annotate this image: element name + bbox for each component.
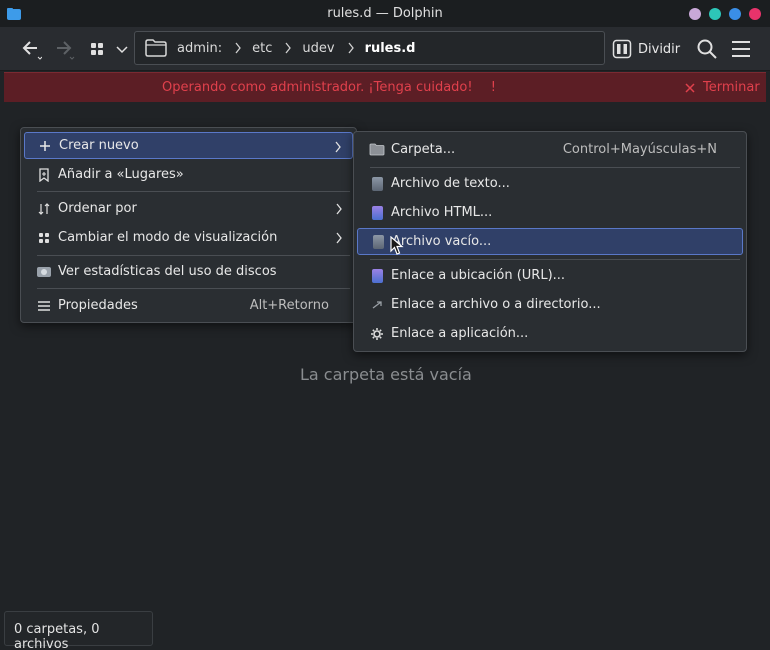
- chevron-right-icon: [336, 203, 342, 215]
- submenu-item-application-link[interactable]: Enlace a aplicación...: [357, 320, 743, 347]
- text-file-icon: [369, 176, 385, 192]
- title-bar[interactable]: rules.d — Dolphin: [0, 0, 770, 27]
- admin-warning-banner: Operando como administrador. ¡Tenga cuid…: [4, 72, 766, 102]
- search-button[interactable]: [694, 35, 720, 63]
- toolbar: admin: etc udev rules.d Dividir: [0, 27, 770, 71]
- folder-icon: [145, 39, 167, 57]
- submenu-item-url-link[interactable]: Enlace a ubicación (URL)...: [357, 262, 743, 289]
- submenu-item-empty-file[interactable]: Archivo vacío...: [357, 228, 743, 255]
- terminate-button[interactable]: Terminar: [684, 80, 760, 95]
- warning-icon: !: [490, 80, 496, 95]
- create-new-submenu: Carpeta... Control+Mayúsculas+N Archivo …: [353, 131, 747, 352]
- file-link-icon: [369, 297, 385, 313]
- forward-button[interactable]: [50, 35, 78, 63]
- menu-item-add-to-places[interactable]: Añadir a «Lugares»: [24, 161, 353, 188]
- menu-item-change-view-mode[interactable]: Cambiar el modo de visualización: [24, 224, 353, 251]
- menu-item-properties[interactable]: Propiedades Alt+Retorno: [24, 292, 353, 319]
- chevron-down-icon: [116, 46, 128, 54]
- grid-icon: [36, 230, 52, 246]
- folder-shortcut: Control+Mayúsculas+N: [562, 142, 717, 157]
- gear-icon: [369, 326, 385, 342]
- menu-separator: [37, 288, 350, 289]
- view-mode-dropdown[interactable]: [113, 35, 131, 63]
- maximize-button[interactable]: [709, 8, 721, 20]
- menu-separator: [37, 191, 350, 192]
- sort-icon: [36, 201, 52, 217]
- chevron-right-icon: [335, 141, 341, 153]
- chevron-right-icon: [348, 42, 354, 54]
- search-icon: [697, 39, 717, 59]
- terminate-label: Terminar: [703, 80, 760, 95]
- empty-file-icon: [370, 234, 386, 250]
- status-bar: 0 carpetas, 0 archivos: [4, 611, 153, 650]
- submenu-item-file-link[interactable]: Enlace a archivo o a directorio...: [357, 291, 743, 318]
- menu-separator: [370, 167, 740, 168]
- plus-icon: [37, 138, 53, 154]
- folder-icon: [369, 142, 385, 158]
- properties-shortcut: Alt+Retorno: [249, 298, 329, 313]
- chevron-right-icon: [235, 42, 241, 54]
- submenu-item-html-file[interactable]: Archivo HTML...: [357, 199, 743, 226]
- menu-separator: [37, 255, 350, 256]
- mouse-cursor-icon: [390, 236, 404, 255]
- hamburger-icon: [732, 41, 750, 57]
- close-button[interactable]: [749, 8, 761, 20]
- submenu-item-text-file[interactable]: Archivo de texto...: [357, 170, 743, 197]
- admin-warning-message: Operando como administrador. ¡Tenga cuid…: [162, 80, 496, 95]
- close-icon: [685, 82, 695, 93]
- view-mode-button[interactable]: [86, 35, 108, 63]
- split-view-icon: [612, 39, 632, 59]
- menu-item-sort-by[interactable]: Ordenar por: [24, 195, 353, 222]
- menu-item-create-new[interactable]: Crear nuevo: [24, 132, 353, 159]
- main-menu-button[interactable]: [728, 35, 754, 63]
- breadcrumb-udev[interactable]: udev: [302, 41, 334, 56]
- split-view-label: Dividir: [638, 41, 681, 57]
- split-view-button[interactable]: Dividir: [612, 35, 680, 63]
- status-text: 0 carpetas, 0 archivos: [14, 622, 100, 650]
- keep-above-button[interactable]: [729, 8, 741, 20]
- list-icon: [36, 298, 52, 314]
- url-link-icon: [369, 268, 385, 284]
- minimize-button[interactable]: [689, 8, 701, 20]
- breadcrumb-etc[interactable]: etc: [252, 41, 272, 56]
- html-file-icon: [369, 205, 385, 221]
- menu-item-disk-usage[interactable]: Ver estadísticas del uso de discos: [24, 258, 353, 285]
- grid-icon: [91, 43, 103, 55]
- menu-separator: [370, 259, 740, 260]
- chevron-right-icon: [285, 42, 292, 54]
- bookmark-icon: [36, 167, 52, 183]
- disk-icon: [36, 264, 52, 280]
- arrow-left-icon: [22, 41, 42, 60]
- submenu-item-folder[interactable]: Carpeta... Control+Mayúsculas+N: [357, 136, 743, 163]
- back-button[interactable]: [16, 35, 44, 63]
- chevron-right-icon: [336, 232, 342, 244]
- location-bar[interactable]: admin: etc udev rules.d: [134, 31, 605, 65]
- context-menu: Crear nuevo Añadir a «Lugares» Ordenar p…: [20, 127, 357, 323]
- arrow-right-icon: [57, 41, 75, 60]
- breadcrumb-admin[interactable]: admin:: [177, 41, 222, 56]
- breadcrumb-rules-d[interactable]: rules.d: [365, 41, 416, 56]
- window-title: rules.d — Dolphin: [327, 6, 443, 21]
- empty-folder-message: La carpeta está vacía: [300, 365, 472, 384]
